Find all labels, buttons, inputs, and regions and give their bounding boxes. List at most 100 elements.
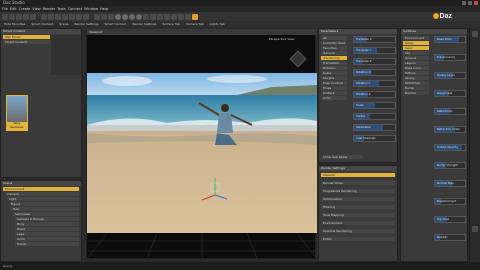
parameter-slider[interactable]: Cast Shadows (353, 135, 396, 142)
parameter-slider[interactable]: Rotation X (353, 69, 396, 76)
surface-tree-item[interactable]: Base Color (403, 66, 429, 70)
scene-tree-item[interactable]: Body (15, 222, 79, 226)
surface-selection-icon[interactable] (76, 13, 82, 20)
parameter-category[interactable]: Currently Used (321, 41, 347, 45)
parameter-slider[interactable]: Rotation Z (353, 91, 396, 98)
scene-tree-item[interactable]: Swimwear (13, 212, 79, 216)
scene-tree-item[interactable]: Figure (9, 202, 79, 206)
camera-icon[interactable] (108, 13, 114, 20)
parameter-category[interactable]: Favorites (321, 46, 347, 50)
pane-tab[interactable]: Lights Tab (210, 21, 225, 28)
spotlight-icon[interactable] (129, 13, 135, 20)
scene-tree-item[interactable]: Genesis 8 Female (15, 217, 79, 221)
parameter-category[interactable]: Scale (321, 71, 347, 75)
parameter-slider[interactable]: Visible (353, 113, 396, 120)
surface-tree-item[interactable]: Sand (403, 46, 429, 50)
collapse-icon[interactable] (472, 31, 478, 37)
universal-tool-icon[interactable] (62, 13, 68, 20)
surface-property-slider[interactable]: Metallic (434, 234, 466, 241)
surface-tree-item[interactable]: Diffuse (403, 71, 429, 75)
parameter-category[interactable]: Morphs (321, 76, 347, 80)
node-selection-icon[interactable] (83, 13, 89, 20)
surface-tree-item[interactable]: Glossy (403, 76, 429, 80)
pane-tab[interactable]: Surface Tab (162, 21, 179, 28)
parameter-category[interactable]: Rotation (321, 66, 347, 70)
viewport[interactable]: Viewport Perspective View (86, 29, 317, 259)
scene-tree-item[interactable]: Light (7, 197, 79, 201)
pane-tab[interactable]: Smart Content (31, 21, 53, 28)
render-settings-item[interactable]: Filtering (321, 205, 395, 209)
pane-tab[interactable]: Render Settings (74, 21, 98, 28)
view-cube-icon[interactable] (289, 50, 307, 68)
surface-tree-item[interactable]: Ground (403, 56, 429, 60)
render-settings-item[interactable]: General (321, 173, 395, 177)
scene-tree-item[interactable]: Environment (3, 187, 79, 191)
undo-icon[interactable] (23, 13, 29, 20)
aux-viewport-icon[interactable] (150, 13, 156, 20)
surface-property-slider[interactable]: Roughness (434, 90, 466, 97)
surface-tree-item[interactable]: Normal (403, 91, 429, 95)
surface-tree-item[interactable]: Water (403, 41, 429, 45)
render-settings-item[interactable]: Editor (321, 237, 395, 241)
close-icon[interactable] (474, 1, 478, 5)
camera-selector[interactable]: Perspective View (269, 37, 294, 41)
redo-icon[interactable] (30, 13, 36, 20)
iray-preview-icon[interactable] (143, 13, 149, 20)
surface-property-slider[interactable]: Bump Strength (434, 162, 466, 169)
render-settings-item[interactable]: Environment (321, 221, 395, 225)
scene-tree-item[interactable]: Arms (15, 237, 79, 241)
pane-tab[interactable]: Render Settings (132, 21, 156, 28)
save-icon[interactable] (16, 13, 22, 20)
render-settings-item[interactable]: Tone Mapping (321, 213, 395, 217)
surface-property-slider[interactable]: Refraction Index (434, 126, 466, 133)
asset-thumbnail[interactable]: Wavy Swimwear (6, 95, 28, 131)
grid-icon[interactable] (164, 13, 170, 20)
tool-settings-icon[interactable] (178, 13, 184, 20)
layout-icon[interactable] (157, 13, 163, 20)
parameter-category[interactable]: Props (321, 86, 347, 90)
parameter-slider[interactable]: Translate Z (353, 58, 396, 65)
open-icon[interactable] (9, 13, 15, 20)
scale-tool-icon[interactable] (55, 13, 61, 20)
parameter-category[interactable]: Pose Controls (321, 81, 347, 85)
parameter-slider[interactable]: Translate Y (353, 47, 396, 54)
parameter-category[interactable]: General (321, 51, 347, 55)
surface-property-slider[interactable]: Glossy Layer (434, 72, 466, 79)
render-settings-icon[interactable] (101, 13, 107, 20)
minimize-icon[interactable] (462, 1, 466, 5)
scene-tree-item[interactable]: Hair (11, 207, 79, 211)
parameter-slider[interactable]: Rotation Y (353, 80, 396, 87)
pane-tab[interactable]: Camera Tab (186, 21, 204, 28)
parameter-slider[interactable]: Scale (353, 102, 396, 109)
surface-tree-item[interactable]: Lagoon (403, 61, 429, 65)
smart-content-item[interactable]: Smart Content (3, 40, 50, 44)
new-scene-icon[interactable] (2, 13, 8, 20)
render-icon[interactable] (94, 13, 100, 20)
surface-property-slider[interactable]: Reflectivity (434, 108, 466, 115)
pane-tab[interactable]: Smart Content (104, 21, 126, 28)
pane-tab[interactable]: Scene (59, 21, 68, 28)
show-sub-items-toggle[interactable]: Show Sub Items (321, 155, 363, 159)
render-settings-item[interactable]: Optimization (321, 197, 395, 201)
parameter-category[interactable]: Actor (321, 96, 347, 100)
shop-icon[interactable] (192, 13, 198, 20)
frame-icon[interactable] (171, 13, 177, 20)
wet-folder-item[interactable]: Wet Folder (3, 35, 50, 39)
surface-tree-item[interactable]: Refraction (403, 81, 429, 85)
surface-property-slider[interactable]: Top Coat (434, 216, 466, 223)
surface-tree-item[interactable]: Environment (403, 36, 429, 40)
surface-property-slider[interactable]: Translucency (434, 54, 466, 61)
parameter-slider[interactable]: Selectable (353, 124, 396, 131)
joint-editor-icon[interactable] (69, 13, 75, 20)
distant-light-icon[interactable] (136, 13, 142, 20)
rotate-tool-icon[interactable] (48, 13, 54, 20)
surface-property-slider[interactable]: Displacement (434, 198, 466, 205)
scene-tree-item[interactable]: Hands (15, 242, 79, 246)
parameter-category[interactable]: Translation (321, 61, 347, 65)
scene-tree-item[interactable]: Legs (15, 232, 79, 236)
parameter-slider[interactable]: Translate X (353, 36, 396, 43)
surface-tree-item[interactable]: Sky (403, 51, 429, 55)
sphere-icon[interactable] (115, 13, 121, 20)
render-settings-item[interactable]: Progressive Rendering (321, 189, 395, 193)
surface-property-slider[interactable]: Base Color (434, 36, 466, 43)
